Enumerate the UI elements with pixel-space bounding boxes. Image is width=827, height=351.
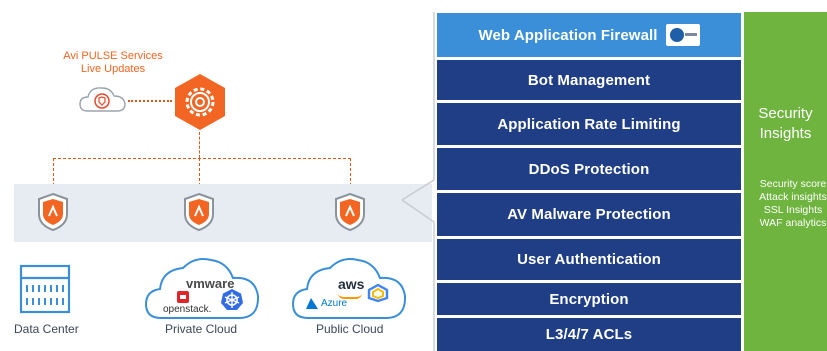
layer-bot-management: Bot Management <box>437 60 741 100</box>
callout-pointer <box>401 12 435 351</box>
layer-encryption: Encryption <box>437 283 741 315</box>
insights-list: Security score Attack insights SSL Insig… <box>748 178 827 230</box>
insight-item: Attack insights <box>759 191 827 203</box>
layer-user-auth: User Authentication <box>437 239 741 280</box>
data-center-icon <box>19 264 71 314</box>
insight-item: Security score <box>759 178 827 190</box>
insight-item: WAF analytics <box>759 217 827 229</box>
waf-badge-icon <box>665 24 700 46</box>
connector-horizontal <box>53 158 351 159</box>
openstack-icon <box>177 291 189 303</box>
private-cloud-label: Private Cloud <box>165 322 238 336</box>
layer-rate-limiting: Application Rate Limiting <box>437 103 741 145</box>
cloud-shield-icon <box>79 87 126 112</box>
azure-logo: Azure <box>321 298 348 309</box>
gear-icon <box>175 74 225 130</box>
connector-dotted <box>128 100 172 102</box>
layer-waf: Web Application Firewall <box>437 13 741 57</box>
shield-icon <box>335 192 365 232</box>
connector-vertical <box>199 132 200 158</box>
public-cloud-label: Public Cloud <box>316 322 384 336</box>
google-cloud-icon <box>367 284 389 302</box>
kubernetes-icon <box>221 289 243 310</box>
data-center-label: Data Center <box>14 322 79 336</box>
insight-item: SSL Insights <box>763 204 823 216</box>
shield-icon <box>184 192 214 232</box>
aws-logo: aws <box>338 276 365 292</box>
azure-icon <box>306 298 318 309</box>
openstack-logo: openstack. <box>163 304 212 315</box>
insights-title: Security Insights <box>758 105 813 142</box>
layer-ddos: DDoS Protection <box>437 148 741 190</box>
layer-acls: L3/4/7 ACLs <box>437 318 741 351</box>
layer-av-malware: AV Malware Protection <box>437 193 741 236</box>
shield-icon <box>38 192 68 232</box>
pulse-services-label: Avi PULSE Services Live Updates <box>63 50 163 75</box>
service-engine-band <box>14 184 432 242</box>
security-insights-panel: Security Insights Security score Attack … <box>744 12 827 351</box>
